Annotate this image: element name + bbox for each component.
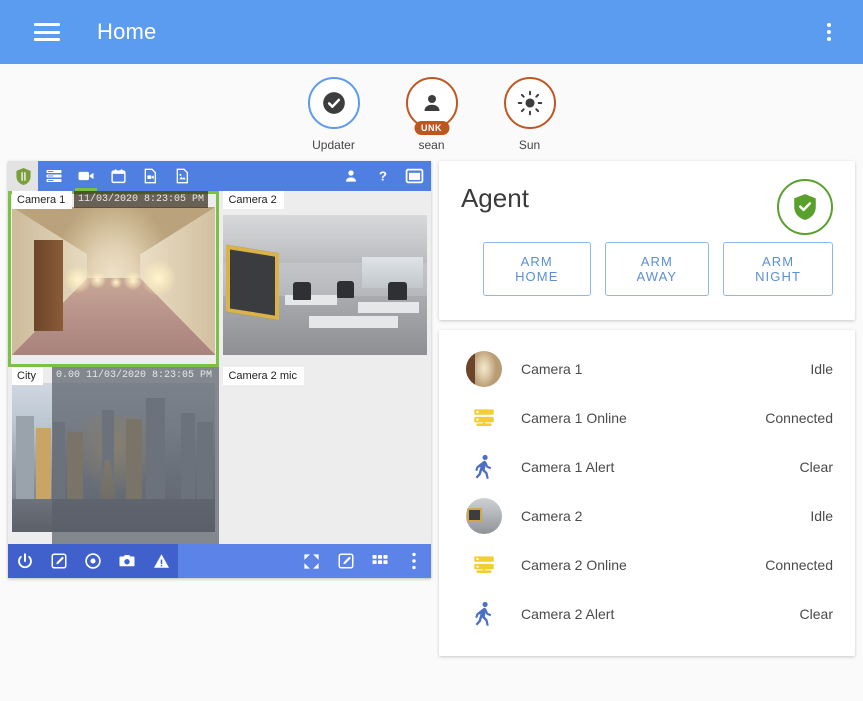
device-state: Connected [765,557,833,573]
app-header: Home [0,0,863,64]
shield-check-icon [792,193,818,221]
camera-cell-1[interactable]: Camera 1 11/03/2020 8:23:05 PM [8,191,219,367]
camera-feed-corridor [12,207,215,355]
video-camera-icon[interactable] [70,161,102,191]
viewer-toolbar: ? [8,161,431,191]
arm-away-button[interactable]: ARM AWAY [605,242,710,296]
arm-home-button[interactable]: ARM HOME [483,242,591,296]
device-name: Camera 1 Online [507,410,765,426]
device-name: Camera 2 Alert [507,606,800,622]
sean-circle: UNK [406,77,458,129]
snapshot-camera-icon[interactable] [110,544,144,578]
device-name: Camera 1 Alert [507,459,800,475]
camera-cell-2[interactable]: Camera 2 [219,191,430,367]
motion-walking-icon [461,453,507,481]
check-circle-icon [321,90,347,116]
person-icon[interactable] [335,161,367,191]
main-content: ? Camera 1 11/03/2020 8:23:05 PM [0,161,863,656]
camera-thumbnail-corridor [461,351,507,387]
right-column: Agent ARM HOME ARM AWAY ARM NIGHT [439,161,855,656]
chip-label: sean [418,138,444,152]
agent-card: Agent ARM HOME ARM AWAY ARM NIGHT [439,161,855,320]
record-circle-icon[interactable] [76,544,110,578]
help-question-icon[interactable]: ? [367,161,399,191]
server-icon [461,405,507,431]
camera-label: City [12,367,43,385]
table-row[interactable]: Camera 1 Online Connected [461,393,833,442]
arm-buttons-row: ARM HOME ARM AWAY ARM NIGHT [461,242,833,296]
status-chip-updater[interactable]: Updater [296,77,372,152]
warning-triangle-icon[interactable] [144,544,178,578]
status-badge: UNK [414,121,449,135]
power-icon[interactable] [8,544,42,578]
device-state: Clear [800,459,833,475]
server-list-icon[interactable] [38,161,70,191]
sun-circle [504,77,556,129]
status-chip-sean[interactable]: UNK sean [394,77,470,152]
status-chips-row: Updater UNK sean Sun [0,64,863,152]
sun-icon [517,90,543,116]
camera-cell-mic[interactable]: Camera 2 mic [219,367,430,544]
edit-pencil-icon[interactable] [42,544,76,578]
kebab-menu-icon[interactable] [823,19,835,45]
table-row[interactable]: Camera 2 Alert Clear [461,589,833,638]
camera-label: Camera 2 mic [223,367,303,385]
status-chip-sun[interactable]: Sun [492,77,568,152]
device-state: Idle [810,361,833,377]
server-icon [461,552,507,578]
camera-feed-office [223,215,426,355]
updater-circle [308,77,360,129]
motion-walking-icon [461,600,507,628]
grid-layout-icon[interactable] [363,544,397,578]
camera-viewer-panel: ? Camera 1 11/03/2020 8:23:05 PM [8,161,431,578]
device-state: Idle [810,508,833,524]
shield-logo-icon[interactable] [8,161,38,191]
expand-arrows-icon[interactable] [295,544,329,578]
device-state: Connected [765,410,833,426]
chip-label: Updater [312,138,355,152]
table-row[interactable]: Camera 2 Online Connected [461,540,833,589]
camera-timestamp: 11/03/2020 8:23:05 PM [74,191,208,208]
window-icon[interactable] [399,161,431,191]
table-row[interactable]: Camera 1 Idle [461,344,833,393]
camera-thumbnail-office [461,498,507,534]
device-list-card: Camera 1 Idle Camera 1 Online Connected [439,330,855,656]
page-title: Home [97,19,157,45]
hamburger-menu-icon[interactable] [34,23,60,41]
image-file-icon[interactable] [166,161,198,191]
device-name: Camera 2 [507,508,810,524]
device-state: Clear [800,606,833,622]
camera-label: Camera 1 [12,191,72,209]
camera-grid: Camera 1 11/03/2020 8:23:05 PM [8,191,431,544]
kebab-menu-icon[interactable] [397,544,431,578]
agent-status-ring[interactable] [777,179,833,235]
viewer-bottom-toolbar [8,544,431,578]
arm-night-button[interactable]: ARM NIGHT [723,242,833,296]
table-row[interactable]: Camera 1 Alert Clear [461,442,833,491]
person-icon [420,91,444,115]
calendar-icon[interactable] [102,161,134,191]
camera-label: Camera 2 [223,191,283,209]
svg-text:?: ? [379,169,387,184]
device-name: Camera 2 Online [507,557,765,573]
camera-timestamp: 0.00 11/03/2020 8:23:05 PM [52,367,219,544]
camera-cell-city[interactable]: City 0.00 11/03/2020 8:23:05 PM [8,367,219,544]
chip-label: Sun [519,138,540,152]
viewer-control-group [8,544,178,578]
table-row[interactable]: Camera 2 Idle [461,491,833,540]
video-file-icon[interactable] [134,161,166,191]
device-name: Camera 1 [507,361,810,377]
edit-pencil-icon[interactable] [329,544,363,578]
